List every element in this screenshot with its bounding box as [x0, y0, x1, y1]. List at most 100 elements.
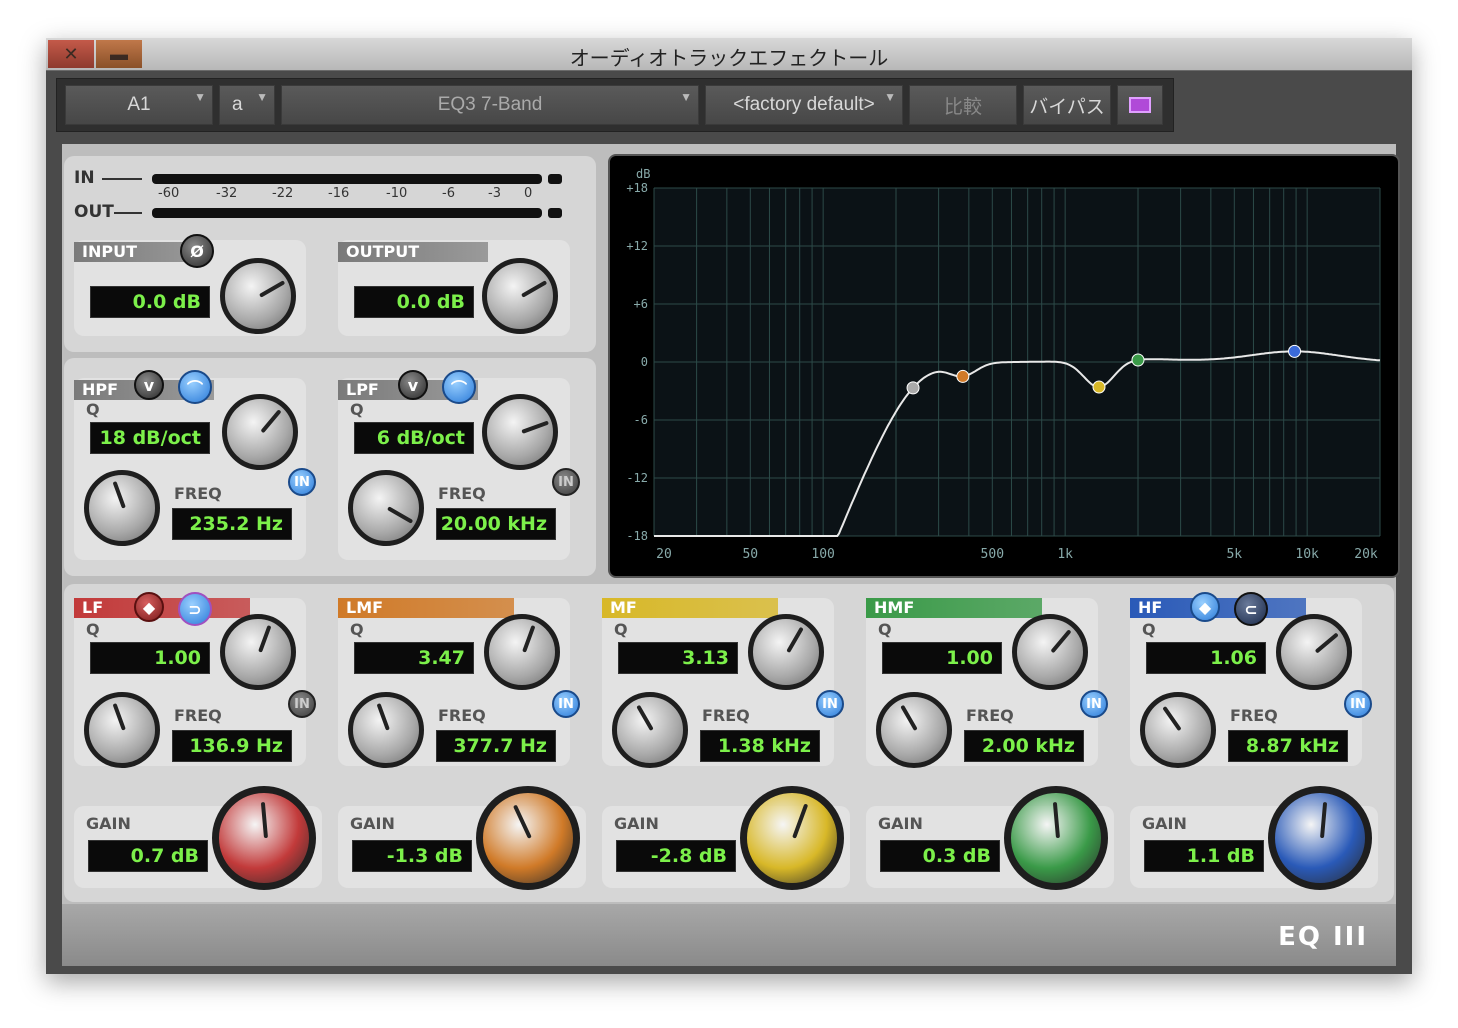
hf-node[interactable] — [1288, 344, 1302, 358]
lf-freq-knob[interactable] — [84, 692, 160, 768]
knob-pointer — [786, 626, 804, 653]
hmf-label: HMF — [866, 598, 1042, 618]
lmf-q-display[interactable]: 3.47 — [354, 642, 474, 674]
hf-q-knob[interactable] — [1276, 614, 1352, 690]
hmf-q-display[interactable]: 1.00 — [882, 642, 1002, 674]
lmf-gain-knob[interactable] — [476, 786, 580, 890]
lpf-freq-knob[interactable] — [348, 470, 424, 546]
knob-pointer — [1320, 801, 1328, 839]
hpf-freq-knob[interactable] — [84, 470, 160, 546]
lf-q-display[interactable]: 1.00 — [90, 642, 210, 674]
lpf-freq-display[interactable]: 20.00 kHz — [436, 508, 556, 540]
hpf-in-button[interactable]: IN — [288, 468, 316, 496]
lmf-node[interactable] — [956, 369, 970, 383]
hmf-freq-display[interactable]: 2.00 kHz — [964, 730, 1084, 762]
hf-gain-knob[interactable] — [1268, 786, 1372, 890]
x-tick-label: 1k — [1057, 547, 1073, 562]
hpf-slope-display[interactable]: 18 dB/oct — [90, 422, 210, 454]
output-gain-knob[interactable] — [482, 258, 558, 334]
y-tick-label: +12 — [626, 239, 648, 253]
plugin-toolbar: A1 ▼ a ▼ EQ3 7-Band ▼ <factory default> ▼ 比較… — [56, 78, 1174, 132]
lf-freq-display[interactable]: 136.9 Hz — [172, 730, 292, 762]
hf-gain-display[interactable]: 1.1 dB — [1144, 840, 1264, 872]
lpf-in-button[interactable]: IN — [552, 468, 580, 496]
plugin-selector[interactable]: EQ3 7-Band ▼ — [281, 85, 699, 125]
mf-freq-knob[interactable] — [612, 692, 688, 768]
lpf-slope-display[interactable]: 6 dB/oct — [354, 422, 474, 454]
meter-scale-label: -60 — [158, 186, 180, 201]
hf-peak-button[interactable]: ◆ — [1190, 592, 1220, 622]
hpf-freq-display[interactable]: 235.2 Hz — [172, 508, 292, 540]
highpass-curve-icon: ⌒ — [186, 379, 203, 398]
settings-button[interactable] — [1117, 85, 1163, 125]
lmf-gain-display[interactable]: -1.3 dB — [352, 840, 472, 872]
lf-q-knob[interactable] — [220, 614, 296, 690]
eq-graph[interactable]: dB +18 +12 +6 0 -6 -12 -18 20 50 100 500 1k 5k 10k 20k — [608, 154, 1400, 578]
hmf-in-button[interactable]: IN — [1080, 690, 1108, 718]
hmf-gain-label: GAIN — [878, 814, 923, 833]
lf-in-button[interactable]: IN — [288, 690, 316, 718]
lowpass-curve-icon: ⌒ — [450, 379, 467, 398]
hf-in-button[interactable]: IN — [1344, 690, 1372, 718]
knob-pointer — [522, 625, 536, 653]
hmf-node[interactable] — [1131, 353, 1145, 367]
hf-freq-label: FREQ — [1230, 706, 1278, 725]
dropdown-arrow-icon: ▼ — [194, 90, 206, 104]
hpf-highpass-button[interactable]: ⌒ — [178, 370, 212, 404]
hpf-node[interactable] — [906, 381, 920, 395]
mf-gain-label: GAIN — [614, 814, 659, 833]
hpf-slope-knob[interactable] — [222, 394, 298, 470]
out-clip-indicator — [548, 208, 562, 218]
output-gain-display[interactable]: 0.0 dB — [354, 286, 474, 318]
lmf-in-button[interactable]: IN — [552, 690, 580, 718]
lpf-slope-knob[interactable] — [482, 394, 558, 470]
lf-shelf-button[interactable]: ⊃ — [178, 592, 212, 626]
compare-button[interactable]: 比較 — [909, 85, 1017, 125]
hf-q-display[interactable]: 1.06 — [1146, 642, 1266, 674]
hf-freq-knob[interactable] — [1140, 692, 1216, 768]
knob-pointer — [376, 703, 390, 731]
out-meter-line — [114, 212, 142, 214]
lmf-freq-knob[interactable] — [348, 692, 424, 768]
title-bar: ✕ ▬ オーディオトラックエフェクトール — [46, 38, 1412, 71]
slot-selector[interactable]: a ▼ — [219, 85, 275, 125]
input-gain-display[interactable]: 0.0 dB — [90, 286, 210, 318]
lf-q-label: Q — [86, 620, 100, 639]
lpf-notch-button[interactable]: v — [398, 370, 428, 400]
y-tick-label: +6 — [634, 297, 648, 311]
plugin-label: EQ3 7-Band — [437, 94, 543, 115]
hf-freq-display[interactable]: 8.87 kHz — [1228, 730, 1348, 762]
phase-invert-button[interactable]: Ø — [180, 234, 214, 268]
meter-scale-label: -32 — [216, 186, 238, 201]
hf-shelf-button[interactable]: ⊂ — [1234, 592, 1268, 626]
hmf-freq-label: FREQ — [966, 706, 1014, 725]
peak-icon: ◆ — [142, 597, 156, 617]
lmf-q-knob[interactable] — [484, 614, 560, 690]
lf-peak-button[interactable]: ◆ — [134, 592, 164, 622]
shelf-icon: ⊂ — [1244, 599, 1258, 619]
lmf-freq-display[interactable]: 377.7 Hz — [436, 730, 556, 762]
mf-in-button[interactable]: IN — [816, 690, 844, 718]
lf-gain-display[interactable]: 0.7 dB — [88, 840, 208, 872]
mf-gain-display[interactable]: -2.8 dB — [616, 840, 736, 872]
lpf-lowpass-button[interactable]: ⌒ — [442, 370, 476, 404]
bypass-button[interactable]: バイパス — [1023, 85, 1111, 125]
plugin-window: ✕ ▬ オーディオトラックエフェクトール A1 ▼ a ▼ EQ3 7-Band ▼ … — [46, 38, 1412, 974]
mf-gain-knob[interactable] — [740, 786, 844, 890]
eq-curve-plot[interactable]: dB+18 +12 +6 0 -6 -12 -18 20 50 100 500 1k 5k 10k 20k — [610, 156, 1398, 576]
track-selector[interactable]: A1 ▼ — [65, 85, 213, 125]
mf-q-knob[interactable] — [748, 614, 824, 690]
lf-gain-knob[interactable] — [212, 786, 316, 890]
meter-scale-label: -16 — [328, 186, 350, 201]
hmf-gain-display[interactable]: 0.3 dB — [880, 840, 1000, 872]
hpf-q-label: Q — [86, 400, 100, 419]
preset-selector[interactable]: <factory default> ▼ — [705, 85, 903, 125]
mf-freq-display[interactable]: 1.38 kHz — [700, 730, 820, 762]
mf-node[interactable] — [1092, 380, 1106, 394]
hpf-notch-button[interactable]: v — [134, 370, 164, 400]
mf-q-display[interactable]: 3.13 — [618, 642, 738, 674]
hmf-gain-knob[interactable] — [1004, 786, 1108, 890]
hmf-freq-knob[interactable] — [876, 692, 952, 768]
input-gain-knob[interactable] — [220, 258, 296, 334]
hmf-q-knob[interactable] — [1012, 614, 1088, 690]
